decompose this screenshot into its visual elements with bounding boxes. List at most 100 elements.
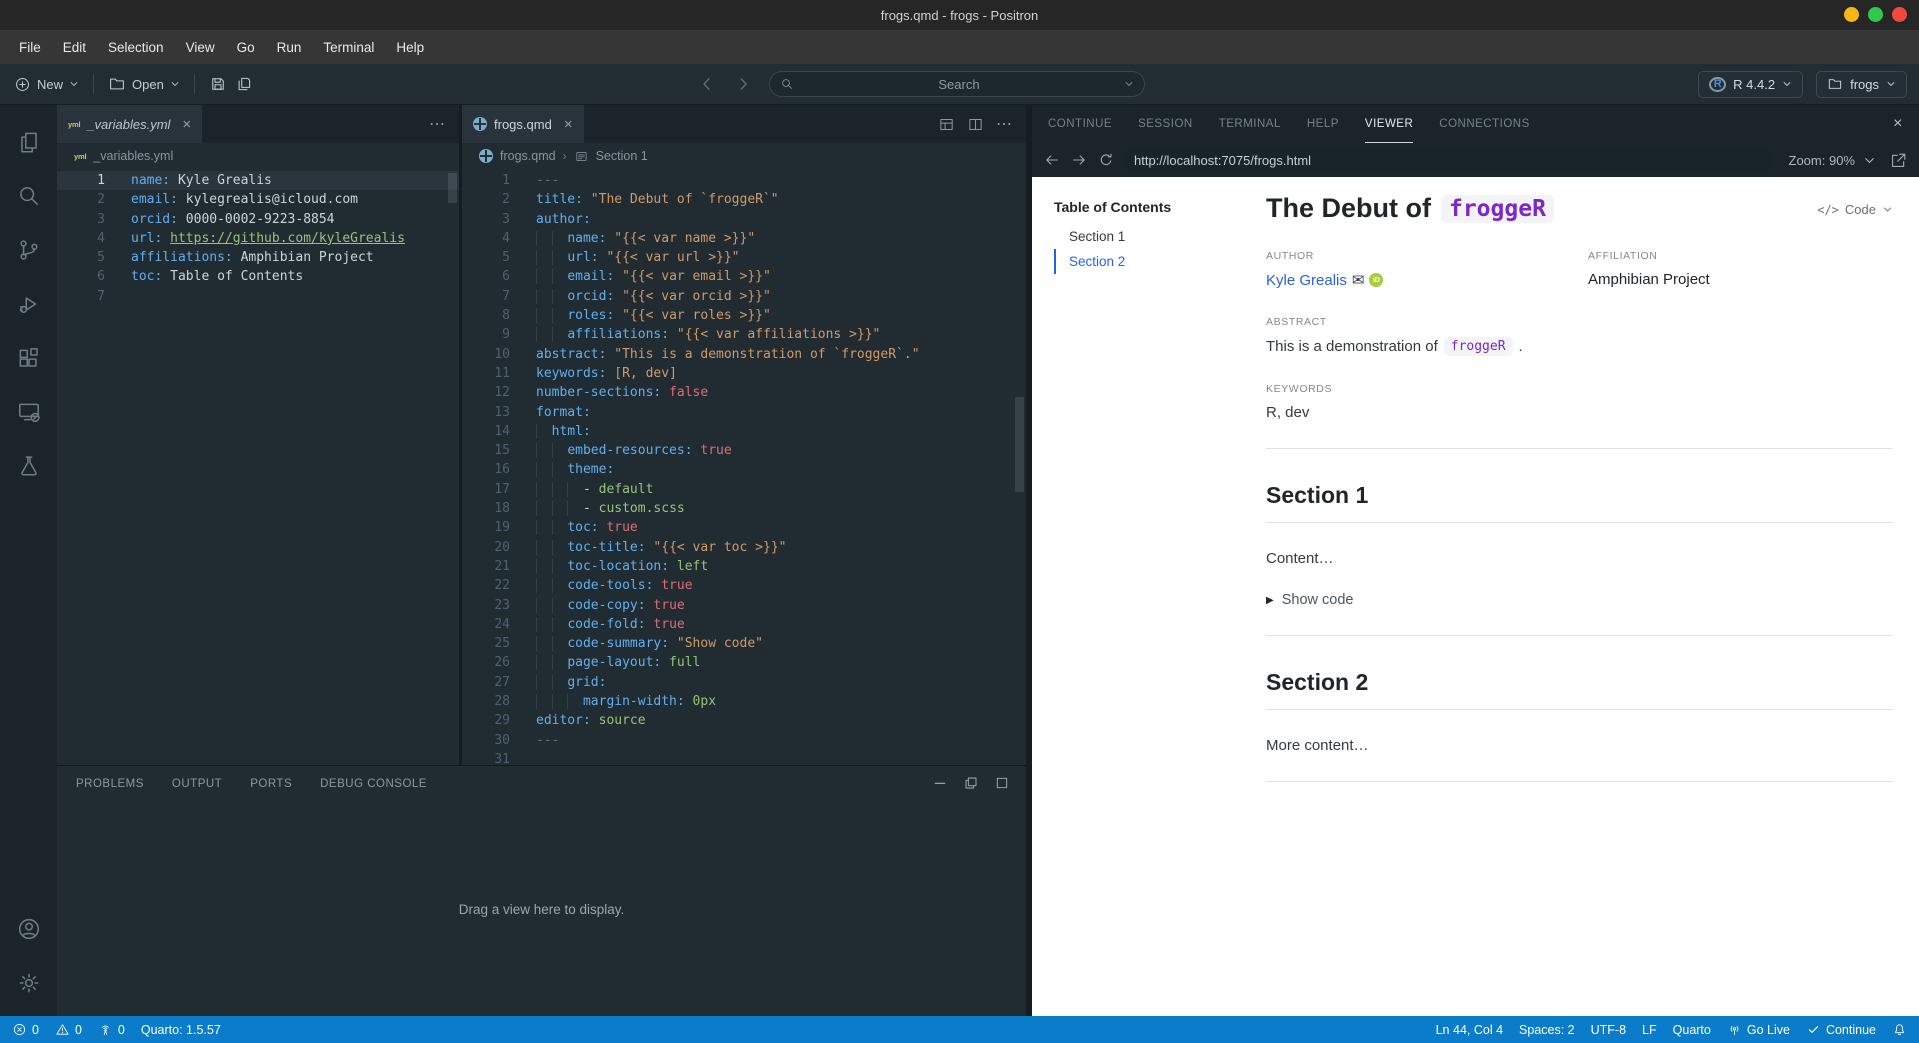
project-selector[interactable]: frogs (1816, 70, 1907, 98)
menu-view[interactable]: View (175, 30, 226, 64)
warning-icon (55, 1022, 70, 1037)
r-runtime-label: R 4.4.2 (1733, 76, 1776, 92)
line-content: keywords: [R, dev] (536, 365, 677, 381)
scrollbar[interactable] (1015, 397, 1024, 492)
panel-tab-ports[interactable]: PORTS (250, 778, 292, 790)
language-mode[interactable]: Quarto (1673, 1016, 1711, 1043)
save-button[interactable] (209, 75, 227, 93)
panel-tab-help[interactable]: HELP (1307, 105, 1339, 143)
menu-help[interactable]: Help (385, 30, 435, 64)
panel-tab-continue[interactable]: CONTINUE (1048, 105, 1112, 143)
tab-variables-yml[interactable]: yml _variables.yml × (57, 105, 203, 143)
code-line: 3 author: (462, 210, 1026, 229)
eol[interactable]: LF (1642, 1016, 1657, 1043)
search-button[interactable] (5, 169, 53, 223)
encoding[interactable]: UTF-8 (1591, 1016, 1626, 1043)
panel-tab-session[interactable]: SESSION (1138, 105, 1193, 143)
new-button[interactable]: New (14, 76, 79, 93)
notifications[interactable] (1892, 1016, 1907, 1043)
line-content: page-layout: full (510, 653, 700, 672)
scrollbar[interactable] (448, 173, 457, 203)
abstract-text: This is a demonstration of froggeR . (1266, 337, 1893, 356)
split-editor-icon[interactable] (967, 116, 984, 133)
line-content: format: (536, 404, 591, 420)
extensions-button[interactable] (5, 331, 53, 385)
url-input[interactable] (1124, 148, 1772, 172)
save-all-button[interactable] (235, 75, 253, 93)
open-changes-icon[interactable] (938, 116, 955, 133)
breadcrumb-right[interactable]: frogs.qmd › Section 1 (462, 143, 1026, 169)
close-panel-icon[interactable]: × (1893, 105, 1903, 143)
toc-item-section-1[interactable]: Section 1 (1054, 224, 1250, 249)
restore-panel-button[interactable] (963, 775, 979, 794)
maximize-panel-button[interactable] (994, 775, 1010, 794)
show-code-toggle[interactable]: ▶ Show code (1266, 592, 1893, 608)
panel-tab-output[interactable]: OUTPUT (172, 778, 222, 790)
go-live[interactable]: Go Live (1727, 1016, 1790, 1043)
breadcrumb-file: _variables.yml (93, 149, 174, 163)
account-button[interactable] (5, 902, 53, 956)
line-content: --- (536, 732, 560, 748)
author-link[interactable]: Kyle Grealis (1266, 272, 1347, 289)
ports-count[interactable]: 0 (98, 1016, 125, 1043)
source-control-button[interactable] (5, 223, 53, 277)
error-icon (12, 1022, 27, 1037)
history-forward-button[interactable] (734, 75, 752, 93)
menu-selection[interactable]: Selection (97, 30, 175, 64)
orcid-icon[interactable]: iD (1369, 273, 1384, 287)
panel-tab-connections[interactable]: CONNECTIONS (1439, 105, 1529, 143)
toc-item-section-2[interactable]: Section 2 (1054, 249, 1250, 274)
panel-tab-viewer[interactable]: VIEWER (1364, 105, 1414, 143)
minimize-panel-button[interactable] (932, 775, 948, 794)
run-debug-button[interactable] (5, 277, 53, 331)
minimize-window-button[interactable] (1844, 7, 1859, 22)
indentation[interactable]: Spaces: 2 (1519, 1016, 1575, 1043)
explorer-button[interactable] (5, 115, 53, 169)
disclosure-triangle-icon: ▶ (1266, 594, 1274, 606)
settings-button[interactable] (5, 956, 53, 1010)
editor-variables-yml[interactable]: 1 name: Kyle Grealis 2 email: kylegrealis@i… (57, 169, 459, 765)
menu-terminal[interactable]: Terminal (312, 30, 385, 64)
panel-tab-problems[interactable]: PROBLEMS (76, 778, 144, 790)
quarto-version[interactable]: Quarto: 1.5.57 (141, 1016, 221, 1043)
continue-status[interactable]: Continue (1806, 1016, 1876, 1043)
reload-button[interactable] (1097, 151, 1115, 169)
close-window-button[interactable] (1892, 7, 1907, 22)
maximize-window-button[interactable] (1868, 7, 1883, 22)
zoom-label: Zoom: 90% (1788, 152, 1855, 168)
menu-file[interactable]: File (8, 30, 52, 64)
yml-file-icon: yml (68, 119, 81, 129)
email-icon[interactable]: ✉ (1352, 271, 1365, 289)
more-actions-icon[interactable]: ⋯ (429, 114, 447, 134)
back-button[interactable] (1043, 151, 1061, 169)
close-tab-icon[interactable]: × (564, 116, 573, 133)
cursor-position[interactable]: Ln 44, Col 4 (1436, 1016, 1503, 1043)
breadcrumb-symbol: Section 1 (595, 149, 648, 163)
warning-count[interactable]: 0 (55, 1016, 82, 1043)
editor-frogs-qmd[interactable]: 1 --- 2 title: "The Debut of `froggeR`" 3 aut… (462, 169, 1026, 765)
history-back-button[interactable] (698, 75, 716, 93)
line-content (510, 750, 536, 765)
panel-tab-debug-console[interactable]: DEBUG CONSOLE (320, 778, 427, 790)
panel-tab-terminal[interactable]: TERMINAL (1219, 105, 1281, 143)
forward-button[interactable] (1070, 151, 1088, 169)
code-line: 29 editor: source (462, 711, 1026, 730)
remote-explorer-button[interactable] (5, 385, 53, 439)
r-runtime-selector[interactable]: R R 4.4.2 (1698, 70, 1804, 98)
more-actions-icon[interactable]: ⋯ (996, 114, 1014, 134)
zoom-selector[interactable]: Zoom: 90% (1789, 153, 1876, 168)
breadcrumb-left[interactable]: yml _variables.yml (57, 143, 459, 169)
error-count[interactable]: 0 (12, 1016, 39, 1043)
tab-frogs-qmd[interactable]: frogs.qmd × (462, 105, 584, 143)
code-tools-button[interactable]: </> Code (1817, 202, 1893, 217)
line-number: 1 (97, 173, 105, 188)
open-button[interactable]: Open (108, 75, 180, 93)
menu-go[interactable]: Go (226, 30, 266, 64)
command-center-search[interactable]: Search (769, 71, 1145, 97)
testing-button[interactable] (5, 439, 53, 493)
close-tab-icon[interactable]: × (182, 116, 191, 133)
keywords-label: KEYWORDS (1266, 383, 1333, 395)
menu-edit[interactable]: Edit (52, 30, 97, 64)
open-external-icon[interactable] (1889, 151, 1908, 170)
menu-run[interactable]: Run (266, 30, 313, 64)
